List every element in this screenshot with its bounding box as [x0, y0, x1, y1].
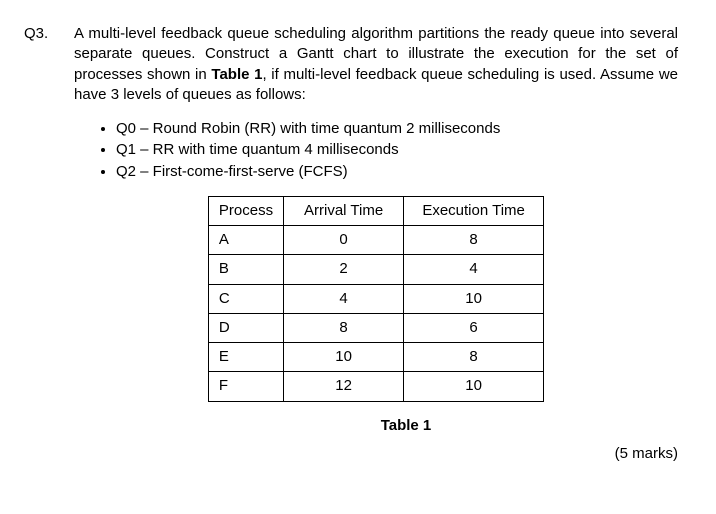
header-arrival: Arrival Time	[284, 196, 404, 225]
header-process: Process	[208, 196, 283, 225]
cell-arrival: 4	[284, 284, 404, 313]
table-row: A 0 8	[208, 226, 543, 255]
cell-arrival: 2	[284, 255, 404, 284]
cell-process: A	[208, 226, 283, 255]
cell-arrival: 10	[284, 343, 404, 372]
cell-arrival: 12	[284, 372, 404, 401]
table-row: E 10 8	[208, 343, 543, 372]
cell-execution: 8	[404, 343, 544, 372]
table-header-row: Process Arrival Time Execution Time	[208, 196, 543, 225]
list-item: Q0 – Round Robin (RR) with time quantum …	[116, 119, 678, 139]
list-item: Q2 – First-come-first-serve (FCFS)	[116, 162, 678, 182]
question-text: A multi-level feedback queue scheduling …	[74, 24, 678, 105]
list-item: Q1 – RR with time quantum 4 milliseconds	[116, 140, 678, 160]
cell-process: D	[208, 313, 283, 342]
table-caption: Table 1	[134, 416, 678, 436]
cell-execution: 10	[404, 372, 544, 401]
marks-label: (5 marks)	[74, 444, 678, 464]
cell-execution: 8	[404, 226, 544, 255]
process-table: Process Arrival Time Execution Time A 0 …	[208, 196, 544, 402]
cell-execution: 10	[404, 284, 544, 313]
cell-process: E	[208, 343, 283, 372]
cell-process: F	[208, 372, 283, 401]
queue-level-list: Q0 – Round Robin (RR) with time quantum …	[116, 119, 678, 182]
question-body: A multi-level feedback queue scheduling …	[74, 24, 678, 464]
table-row: C 4 10	[208, 284, 543, 313]
process-table-wrapper: Process Arrival Time Execution Time A 0 …	[74, 196, 678, 402]
table-row: F 12 10	[208, 372, 543, 401]
cell-execution: 6	[404, 313, 544, 342]
cell-process: C	[208, 284, 283, 313]
question-block: Q3. A multi-level feedback queue schedul…	[24, 24, 678, 464]
table-row: D 8 6	[208, 313, 543, 342]
cell-arrival: 0	[284, 226, 404, 255]
cell-execution: 4	[404, 255, 544, 284]
table-reference: Table 1	[211, 66, 262, 83]
header-execution: Execution Time	[404, 196, 544, 225]
cell-process: B	[208, 255, 283, 284]
cell-arrival: 8	[284, 313, 404, 342]
table-row: B 2 4	[208, 255, 543, 284]
question-number: Q3.	[24, 24, 56, 464]
